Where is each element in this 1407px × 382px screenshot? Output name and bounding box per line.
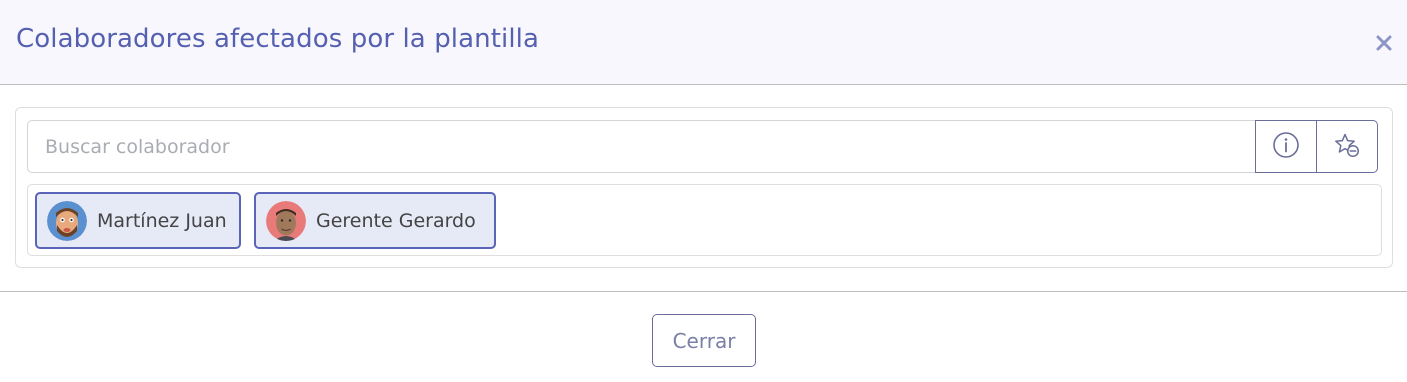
avatar: [266, 200, 306, 241]
close-icon[interactable]: [1374, 33, 1394, 53]
info-button[interactable]: [1255, 120, 1317, 173]
selected-collaborators: Martínez Juan Gerente Gerardo: [27, 184, 1382, 256]
collaborator-name: Martínez Juan: [97, 209, 227, 232]
modal-title: Colaboradores afectados por la plantilla: [16, 24, 540, 54]
search-input[interactable]: [27, 120, 1256, 173]
avatar: [47, 200, 87, 241]
search-row: [27, 120, 1378, 173]
collaborator-name: Gerente Gerardo: [316, 209, 476, 232]
modal-header: Colaboradores afectados por la plantilla: [0, 0, 1407, 85]
collaborator-chip[interactable]: Martínez Juan: [35, 192, 241, 249]
close-button[interactable]: Cerrar: [652, 314, 756, 367]
star-minus-icon: [1333, 131, 1361, 163]
info-icon: [1272, 131, 1300, 163]
collaborator-chip[interactable]: Gerente Gerardo: [254, 192, 496, 249]
footer-divider: [0, 291, 1407, 292]
favorite-button[interactable]: [1316, 120, 1378, 173]
collaborator-panel: Martínez Juan Gerente Gerardo: [15, 107, 1393, 268]
